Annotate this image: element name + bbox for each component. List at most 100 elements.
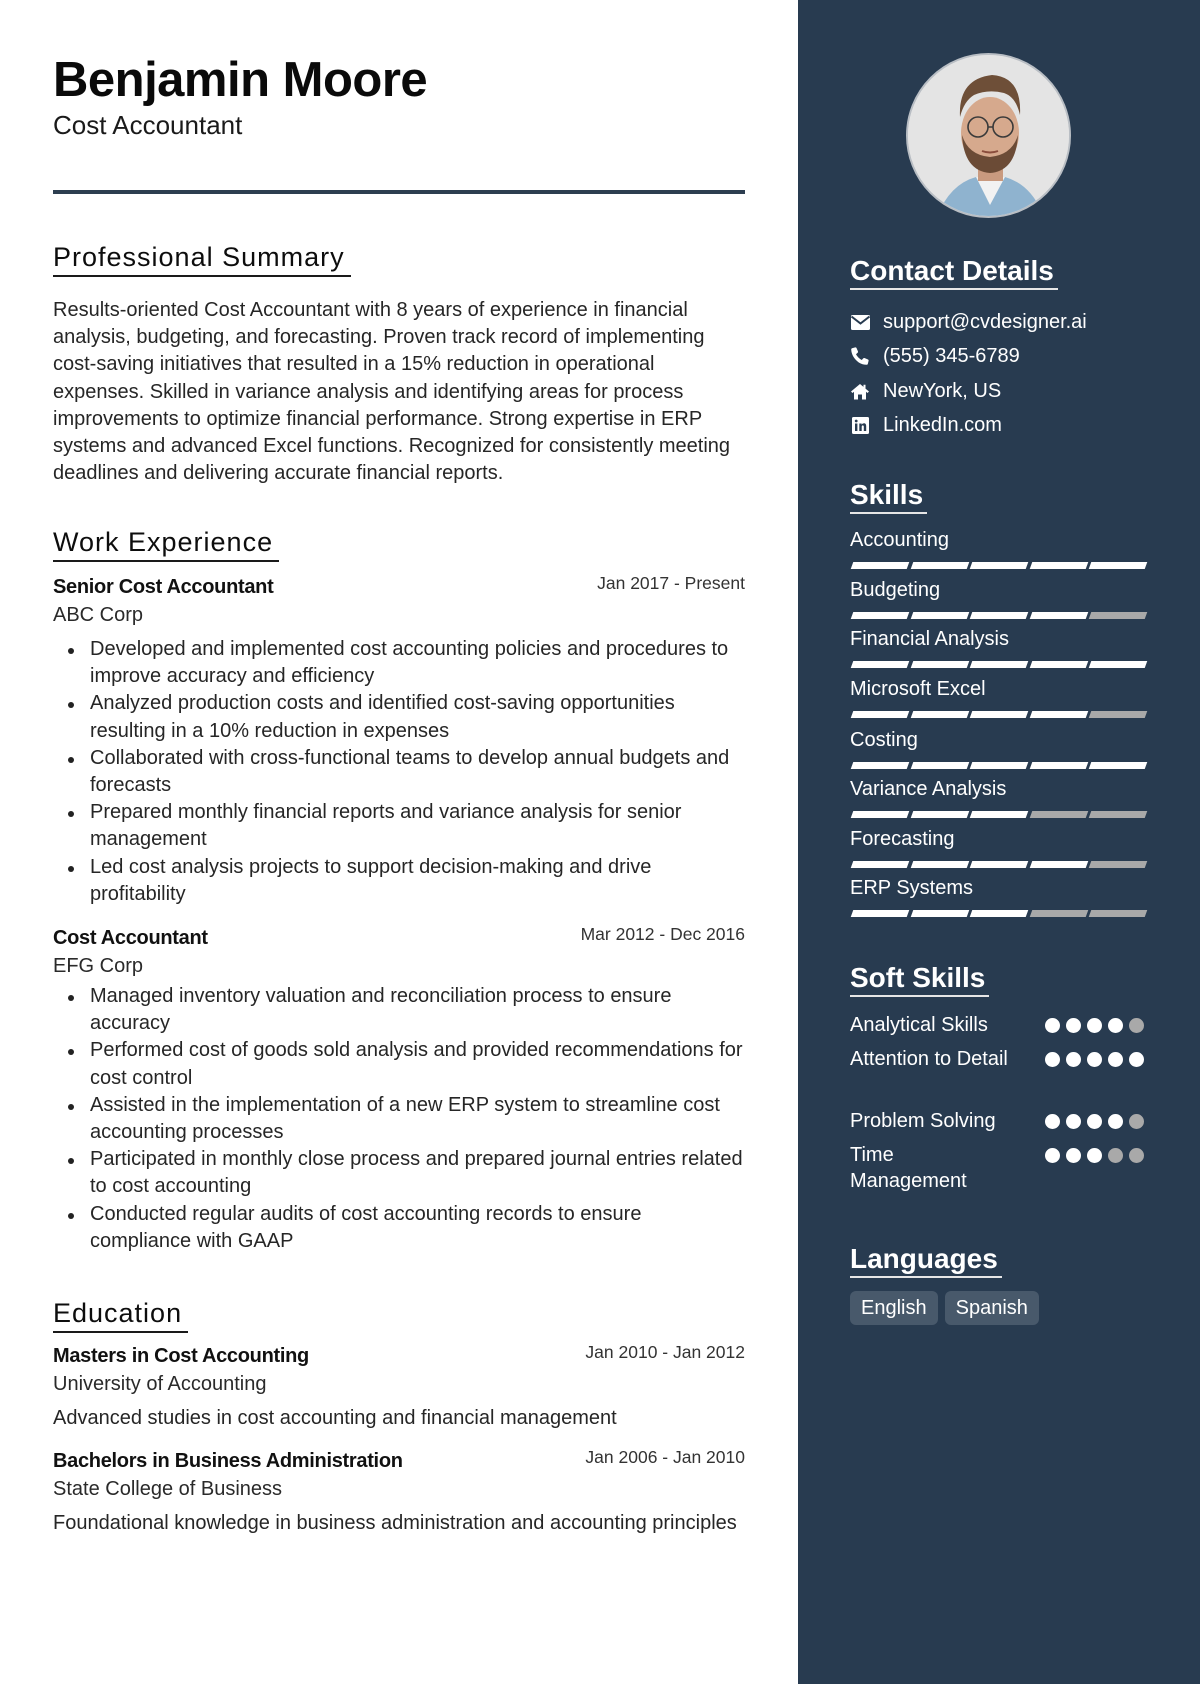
education-description: Advanced studies in cost accounting and … <box>53 1407 617 1429</box>
rating-dot-filled <box>1045 1148 1060 1163</box>
job-bullet: Performed cost of goods sold analysis an… <box>53 1037 745 1091</box>
skill-item: Financial Analysis <box>850 626 1148 669</box>
soft-skill-label: Attention to Detail <box>850 1048 1008 1070</box>
skill-item: Forecasting <box>850 826 1148 869</box>
rating-dot-filled <box>1066 1018 1081 1033</box>
linkedin-icon <box>850 415 870 435</box>
skill-label: Variance Analysis <box>850 778 1007 800</box>
skill-segment-filled <box>1029 861 1088 868</box>
skill-label: Costing <box>850 729 918 751</box>
job-company: EFG Corp <box>53 955 144 977</box>
soft-skill-label: Analytical Skills <box>850 1014 988 1036</box>
rating-dot-filled <box>1108 1114 1123 1129</box>
envelope-icon <box>850 312 870 332</box>
language-pill: English <box>850 1291 938 1325</box>
rating-dot-empty <box>1129 1018 1144 1033</box>
rating-dot-empty <box>1108 1148 1123 1163</box>
school: University of Accounting <box>53 1373 267 1395</box>
rating-dot-filled <box>1045 1052 1060 1067</box>
skill-segment-filled <box>1029 762 1088 769</box>
rating-dot-filled <box>1045 1018 1060 1033</box>
skill-segment-filled <box>850 861 910 868</box>
skill-segment-filled <box>1029 612 1088 619</box>
rating-dot-filled <box>1087 1052 1102 1067</box>
rating-dot-filled <box>1066 1052 1081 1067</box>
skill-segment-filled <box>1088 661 1148 668</box>
skill-segment-filled <box>850 811 910 818</box>
job-bullet: Participated in monthly close process an… <box>53 1146 745 1200</box>
skill-segment-filled <box>910 861 969 868</box>
skill-segment-filled <box>910 612 969 619</box>
rating-dot-filled <box>1087 1148 1102 1163</box>
skill-segment-empty <box>1029 910 1088 917</box>
contact-location: NewYork, US <box>850 377 1001 405</box>
job-company: ABC Corp <box>53 604 144 626</box>
contact-linkedin-text: LinkedIn.com <box>883 413 1002 436</box>
section-title-summary: Professional Summary <box>53 241 351 277</box>
skill-label: Financial Analysis <box>850 628 1009 650</box>
job-entry: Senior Cost Accountant Jan 2017 - Presen… <box>53 573 745 908</box>
job-bullets: Developed and implemented cost accountin… <box>53 636 745 908</box>
rating-dot-empty <box>1129 1148 1144 1163</box>
section-title-skills: Skills <box>850 478 928 514</box>
job-bullet: Assisted in the implementation of a new … <box>53 1092 745 1146</box>
skill-segment-filled <box>910 762 969 769</box>
section-title-experience: Work Experience <box>53 526 280 562</box>
skill-segment-filled <box>910 910 969 917</box>
education-dates: Jan 2010 - Jan 2012 <box>585 1342 745 1362</box>
skill-label: Microsoft Excel <box>850 678 986 700</box>
contact-linkedin[interactable]: LinkedIn.com <box>850 411 1002 439</box>
skill-segment-empty <box>1088 612 1148 619</box>
skill-segment-filled <box>850 910 910 917</box>
candidate-role: Cost Accountant <box>53 110 243 140</box>
skill-level-bar <box>850 910 1148 918</box>
contact-email[interactable]: support@cvdesigner.ai <box>850 308 1087 336</box>
education-description: Foundational knowledge in business admin… <box>53 1512 737 1534</box>
soft-skill-item: Time Management <box>850 1142 1146 1194</box>
languages-list: English Spanish <box>850 1291 1046 1325</box>
skill-segment-filled <box>1029 562 1088 569</box>
profile-photo <box>906 53 1071 218</box>
rating-dot-filled <box>1045 1114 1060 1129</box>
skill-level-bar <box>850 861 1148 869</box>
skill-segment-filled <box>1088 762 1148 769</box>
skill-segment-empty <box>1088 811 1148 818</box>
section-title-languages: Languages <box>850 1242 1002 1278</box>
job-bullets: Managed inventory valuation and reconcil… <box>53 983 745 1255</box>
job-bullet: Analyzed production costs and identified… <box>53 690 745 744</box>
skill-segment-empty <box>1088 910 1148 917</box>
soft-skill-rating <box>1039 1148 1144 1163</box>
skill-segment-filled <box>969 612 1029 619</box>
soft-skill-item: Attention to Detail <box>850 1046 1146 1072</box>
skill-segment-filled <box>1088 562 1148 569</box>
skill-segment-filled <box>910 562 969 569</box>
contact-phone[interactable]: (555) 345-6789 <box>850 342 1020 370</box>
job-bullet: Led cost analysis projects to support de… <box>53 854 745 908</box>
skill-segment-filled <box>969 661 1029 668</box>
skill-segment-filled <box>910 661 969 668</box>
job-bullet: Managed inventory valuation and reconcil… <box>53 983 745 1037</box>
rating-dot-filled <box>1066 1114 1081 1129</box>
job-bullet: Collaborated with cross-functional teams… <box>53 745 745 799</box>
header-divider <box>53 190 745 194</box>
skill-item: Costing <box>850 727 1148 770</box>
soft-skill-rating <box>1039 1018 1144 1033</box>
soft-skill-item: Analytical Skills <box>850 1012 1146 1038</box>
skill-segment-filled <box>969 910 1029 917</box>
skill-level-bar <box>850 762 1148 770</box>
skill-segment-filled <box>969 861 1029 868</box>
skill-item: Microsoft Excel <box>850 676 1148 719</box>
skill-segment-empty <box>1088 861 1148 868</box>
skill-level-bar <box>850 661 1148 669</box>
education-entry: Bachelors in Business Administration Jan… <box>53 1447 745 1537</box>
skill-segment-filled <box>969 811 1029 818</box>
candidate-name: Benjamin Moore <box>53 53 428 107</box>
skill-level-bar <box>850 711 1148 719</box>
skill-segment-filled <box>1029 661 1088 668</box>
section-title-soft-skills: Soft Skills <box>850 961 990 997</box>
contact-email-text: support@cvdesigner.ai <box>883 310 1087 333</box>
phone-icon <box>850 346 870 366</box>
summary-text: Results-oriented Cost Accountant with 8 … <box>53 299 731 485</box>
skill-segment-filled <box>969 562 1029 569</box>
soft-skill-label: Time Management <box>850 1144 967 1192</box>
